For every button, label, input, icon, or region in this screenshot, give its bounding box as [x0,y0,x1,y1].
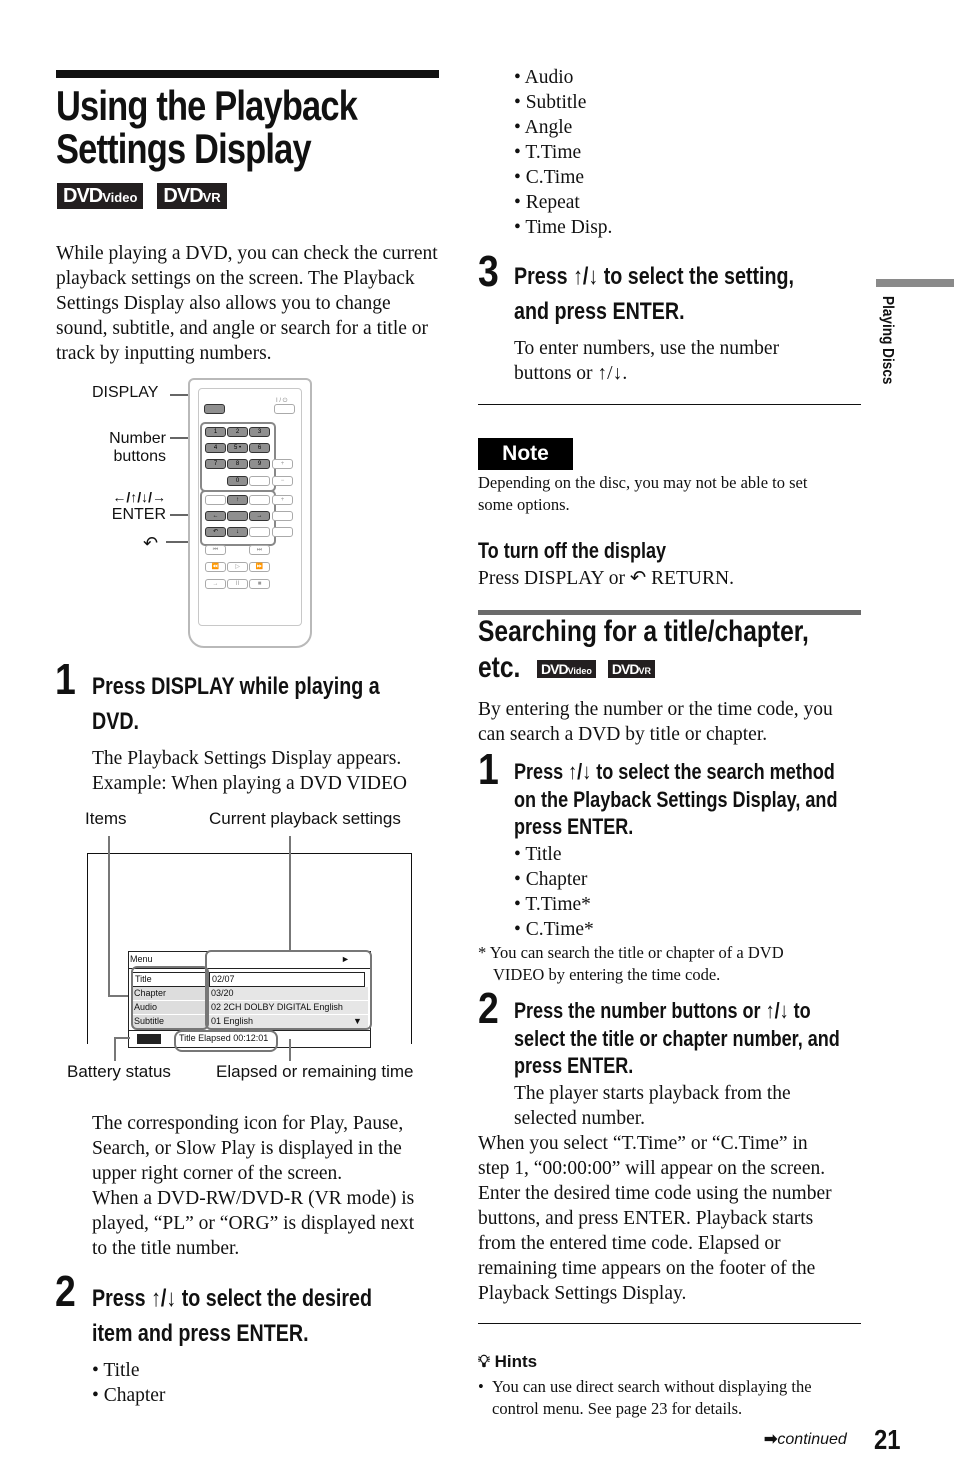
osd-menu-label: Menu [130,954,153,964]
step-3-number: 3 [478,247,499,296]
list-item: Repeat [514,190,612,215]
side-tab-label: Playing Discs [879,296,896,385]
return-icon: ↶ [629,568,647,589]
disc-badges: DVDVideo DVDVR [57,183,227,209]
list-item: T.Time* [514,892,594,917]
battery-status-callout: Battery status [67,1062,171,1081]
dvd-vr-icon: DVDVR [157,183,227,209]
continued-label: ➡continued [764,1431,847,1448]
power-button [274,404,295,414]
turn-off-heading: To turn off the display [478,538,667,563]
search-step-2-heading: Press the number buttons or ↑/↓ to selec… [514,998,840,1078]
side-tab-bar [876,279,954,287]
hints-header: 💡︎ Hints [478,1352,538,1371]
right-arrow-key: → [249,511,270,521]
key-6: 6 [249,443,270,453]
step-2-items-a: Title Chapter [92,1358,165,1408]
list-item: T.Time [514,140,612,165]
step-3-heading: Press ↑/↓ to select the setting, and pre… [514,263,794,325]
note-text: Depending on the disc, you may not be ab… [478,473,808,514]
list-item: Subtitle [514,90,612,115]
step-1-heading: Press DISPLAY while playing a DVD. [92,673,380,735]
key-8: 8 [227,459,248,469]
key-2: 2 [227,427,248,437]
list-item: C.Time* [514,917,594,942]
step-3-text: To enter numbers, use the number buttons… [514,338,780,384]
search-step-2-text: The player starts playback from the sele… [514,1083,791,1129]
search-footnote: * You can search the title or chapter of… [478,943,784,984]
list-item: Title [92,1358,165,1383]
intro-text: While playing a DVD, you can check the c… [56,243,438,364]
turn-off-text: Press DISPLAY or ↶ RETURN. [478,568,734,589]
dvd-video-icon: DVDVideo [57,183,144,209]
step-2-items-b: Audio Subtitle Angle T.Time C.Time Repea… [514,65,613,240]
return-key: ↶ [205,527,226,537]
step-2-heading: Press ↑/↓ to select the desired item and… [92,1285,373,1347]
search-step-1-heading: Press ↑/↓ to select the search method on… [514,759,838,839]
items-callout: Items [85,809,127,828]
page-title: Using the Playback Settings Display [56,82,358,172]
return-icon: ↶ [143,533,159,553]
down-arrow-key: ↓ [227,527,248,537]
divider [478,404,861,405]
key-9: 9 [249,459,270,469]
list-item: Chapter [514,867,594,892]
list-item: Audio [514,65,612,90]
list-item: Angle [514,115,612,140]
number-buttons-label: Number buttons [109,430,166,465]
page-number: 21 [874,1424,901,1455]
lightbulb-icon: 💡︎ [478,1352,490,1371]
key-4: 4 [205,443,226,453]
search-intro: By entering the number or the time code,… [478,699,833,745]
current-settings-callout: Current playback settings [209,809,401,828]
step-1-text: The Playback Settings Display appears. E… [92,748,407,794]
list-item: Chapter [92,1383,166,1408]
search-disc-badges: DVDVideo DVDVR [537,660,655,679]
list-item: Title [514,842,594,867]
dvd-video-icon: DVDVideo [537,660,596,678]
arrows-enter-label: ←/↑/↓/→ ENTER [111,489,166,523]
step-1-number: 1 [55,655,76,704]
search-step-1-number: 1 [478,745,499,794]
arrow-right-icon: ➡ [764,1431,778,1448]
display-label: DISPLAY [92,384,159,401]
key-3: 3 [249,427,270,437]
step-2-number: 2 [55,1267,76,1316]
left-arrow-key: ← [205,511,226,521]
search-step-1-items: Title Chapter T.Time* C.Time* [514,842,594,942]
enter-key [227,511,248,521]
battery-icon [137,1034,161,1044]
key-5: 5 • [227,443,248,453]
list-item: C.Time [514,165,612,190]
title-rule [56,70,439,78]
display-button [204,404,225,414]
elapsed-time-callout: Elapsed or remaining time [216,1062,414,1081]
step-1-after-text: The corresponding icon for Play, Pause, … [92,1113,415,1259]
divider [478,1323,861,1324]
key-7: 7 [205,459,226,469]
remote-control-diagram: I / ⏻ 1 2 3 4 5 • 6 7 8 9 0 + − ↑ + ← → … [188,378,312,648]
hints-text: • You can use direct search without disp… [478,1377,812,1418]
up-arrow-key: ↑ [227,495,248,505]
dvd-vr-icon: DVDVR [607,660,655,678]
key-1: 1 [205,427,226,437]
search-step-2-number: 2 [478,984,499,1033]
list-item: Time Disp. [514,215,612,240]
key-0: 0 [227,476,248,486]
search-paragraph: When you select “T.Time” or “C.Time” in … [478,1133,832,1304]
note-label: Note [478,438,573,470]
